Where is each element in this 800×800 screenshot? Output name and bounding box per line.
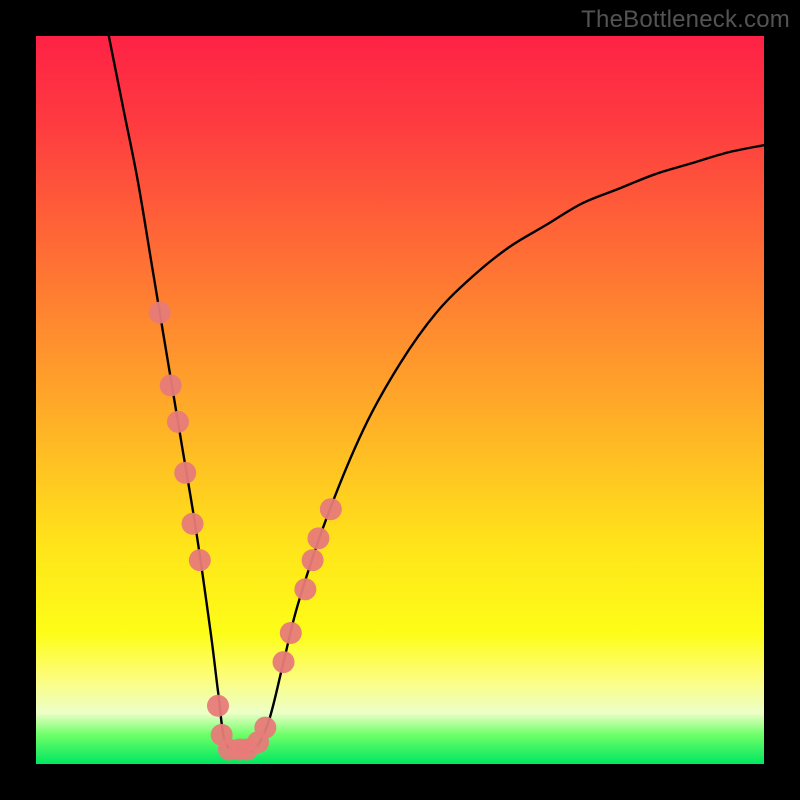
highlighted-points bbox=[149, 302, 342, 761]
marker-point bbox=[160, 374, 182, 396]
marker-point bbox=[320, 498, 342, 520]
chart-frame: TheBottleneck.com bbox=[0, 0, 800, 800]
marker-point bbox=[273, 651, 295, 673]
watermark-text: TheBottleneck.com bbox=[581, 6, 790, 34]
marker-point bbox=[302, 549, 324, 571]
marker-point bbox=[254, 717, 276, 739]
marker-point bbox=[167, 411, 189, 433]
marker-point bbox=[294, 578, 316, 600]
marker-point bbox=[207, 695, 229, 717]
bottleneck-curve-svg bbox=[36, 36, 764, 764]
marker-point bbox=[182, 513, 204, 535]
marker-point bbox=[149, 302, 171, 324]
marker-point bbox=[174, 462, 196, 484]
marker-point bbox=[307, 527, 329, 549]
bottleneck-curve bbox=[109, 36, 764, 752]
curve-group bbox=[109, 36, 764, 752]
plot-area bbox=[36, 36, 764, 764]
marker-point bbox=[280, 622, 302, 644]
marker-point bbox=[189, 549, 211, 571]
